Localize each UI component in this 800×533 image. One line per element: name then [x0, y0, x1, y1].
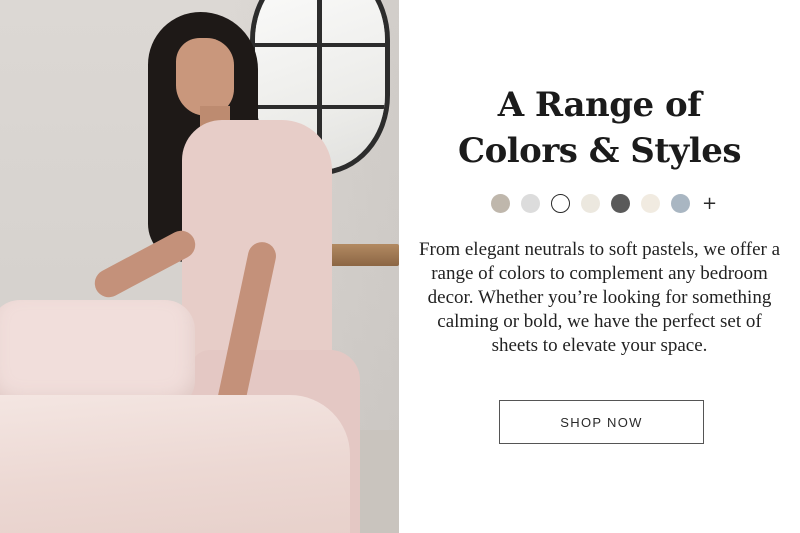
- title-line-2: Colors & Styles: [458, 131, 741, 171]
- color-swatch[interactable]: [551, 193, 570, 213]
- title-line-1: A Range of: [497, 85, 702, 125]
- bed-sheets: [0, 395, 350, 533]
- model-face: [176, 38, 234, 116]
- pillow: [0, 300, 195, 410]
- color-swatch[interactable]: [581, 193, 600, 213]
- promo-description: From elegant neutrals to soft pastels, w…: [418, 239, 781, 356]
- color-swatch[interactable]: [611, 193, 630, 213]
- promo-content: A Range of Colors & Styles + From elegan…: [399, 0, 800, 533]
- window-mullion: [255, 105, 385, 109]
- color-swatch[interactable]: [671, 193, 690, 213]
- color-swatches: +: [491, 192, 721, 214]
- hero-photo: [0, 0, 399, 533]
- color-swatch[interactable]: [491, 193, 510, 213]
- more-colors-icon[interactable]: +: [702, 194, 717, 213]
- page-title: A Range of Colors & Styles: [399, 82, 800, 174]
- window-mullion: [255, 43, 385, 47]
- color-swatch[interactable]: [521, 193, 540, 213]
- color-swatch[interactable]: [641, 193, 660, 213]
- shop-now-button[interactable]: SHOP NOW: [499, 400, 704, 444]
